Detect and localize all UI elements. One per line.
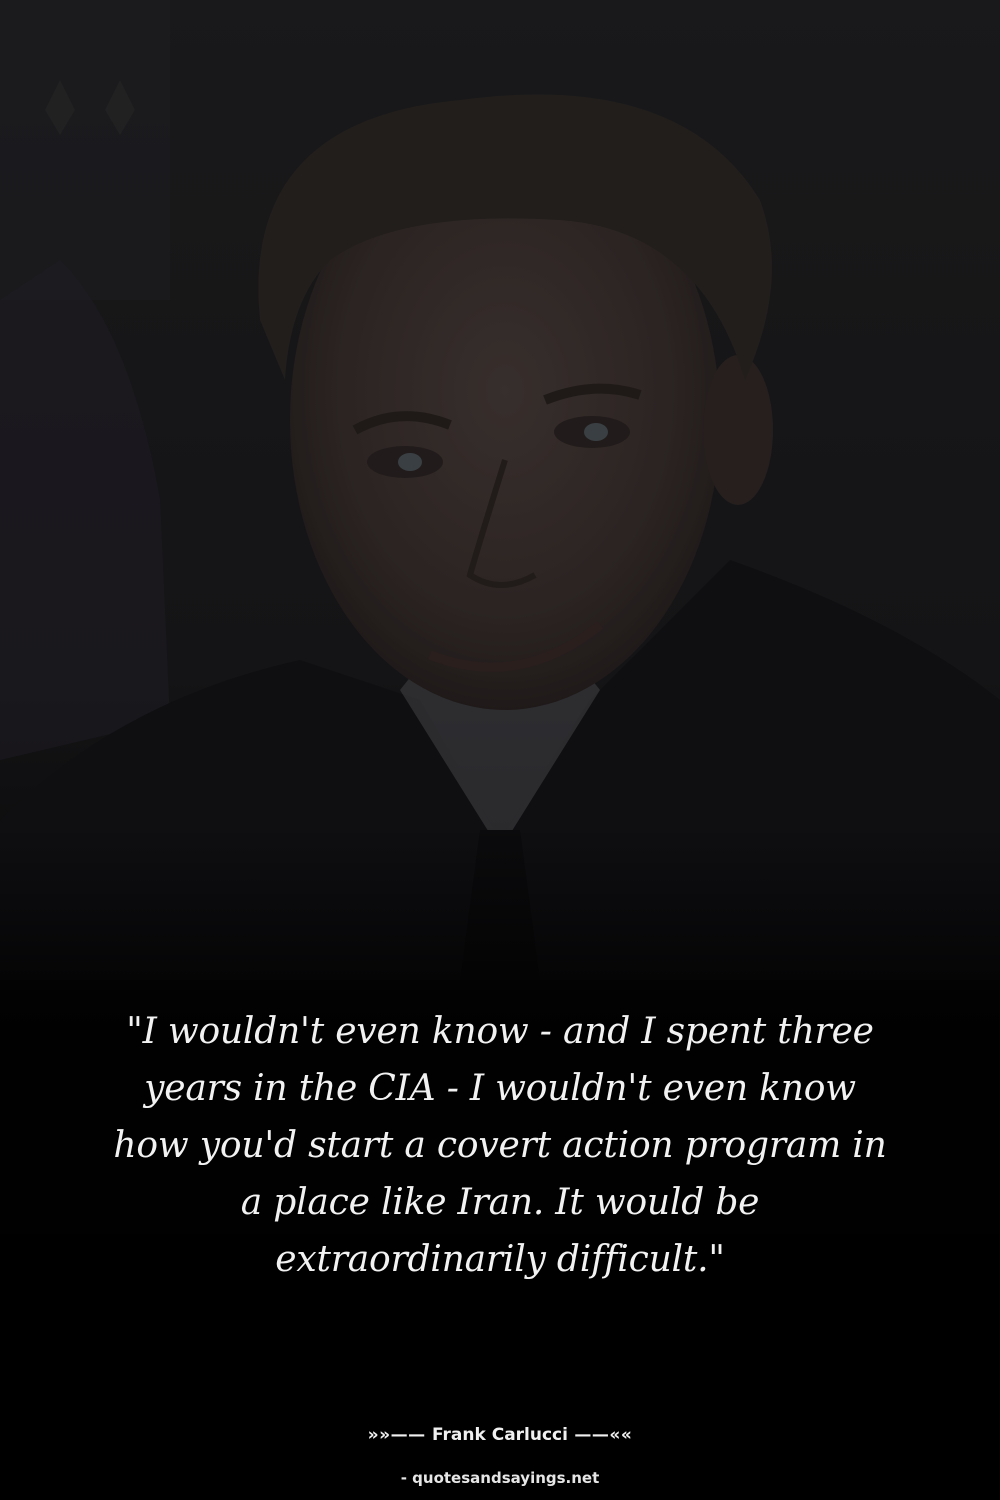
author-suffix-ornament: ——«« [567, 1425, 633, 1445]
quote-card: "I wouldn't even know - and I spent thre… [0, 0, 1000, 1500]
quote-text: "I wouldn't even know - and I spent thre… [113, 1011, 887, 1280]
source-credit: - quotesandsayings.net [400, 1469, 600, 1487]
author-line: »»—— Frank Carlucci ——«« [0, 1423, 1000, 1447]
author-name: Frank Carlucci [432, 1425, 568, 1445]
author-prefix-ornament: »»—— [367, 1425, 433, 1445]
